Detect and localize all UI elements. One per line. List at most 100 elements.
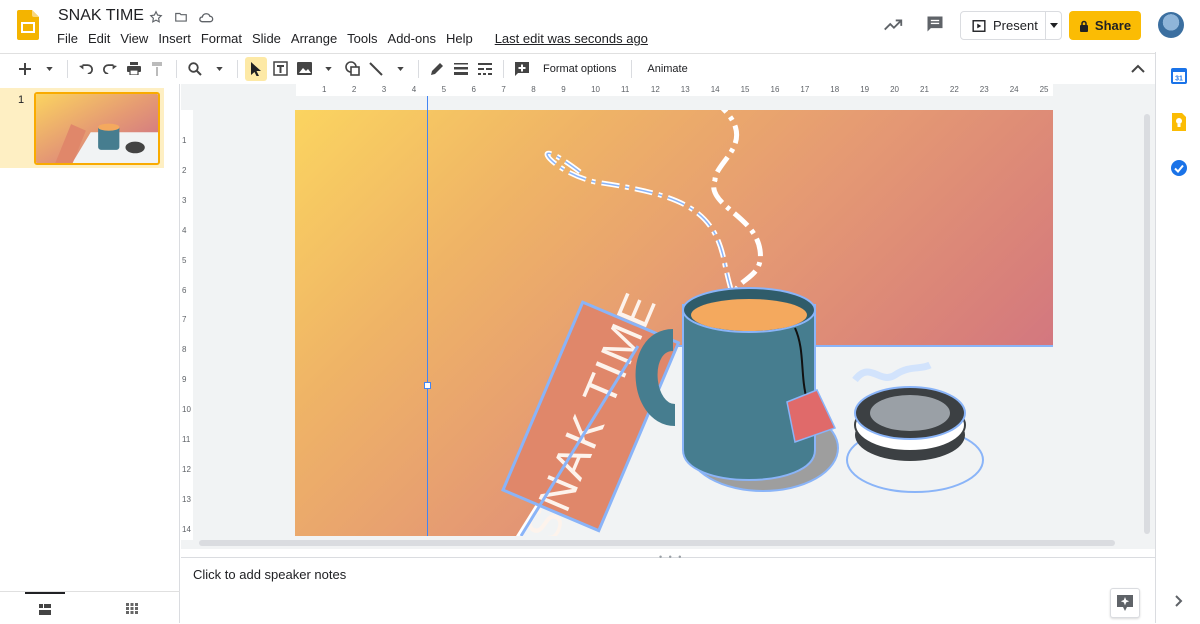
zoom-dropdown-icon[interactable]: [208, 57, 230, 81]
menu-bar: File Edit View Insert Format Slide Arran…: [52, 31, 653, 46]
ruler-label: 5: [441, 85, 447, 94]
horizontal-ruler[interactable]: 1 2 3 4 5 6 7 8 9 10 11 12 13 14 15 16 17 18 19 20 21 22 23 24 2…: [296, 84, 1053, 96]
border-dash-icon[interactable]: [474, 57, 496, 81]
slide-canvas-area: 1 2 3 4 5 6 7 8 9 10 11 12 13 14 15 16 17 18 19 20 21 22 23 24 2…: [181, 84, 1155, 549]
menu-arrange[interactable]: Arrange: [286, 31, 342, 46]
ruler-label: 9: [561, 85, 566, 94]
ruler-label: 3: [381, 85, 387, 94]
print-icon[interactable]: [123, 57, 145, 81]
format-options-button[interactable]: Format options: [535, 63, 624, 75]
document-title[interactable]: SNAK TIME: [58, 7, 144, 25]
ruler-label: 3: [182, 195, 187, 205]
line-icon[interactable]: [365, 57, 387, 81]
ruler-label: 1: [322, 85, 327, 94]
image-dropdown-icon[interactable]: [317, 57, 339, 81]
share-button[interactable]: Share: [1069, 11, 1141, 40]
text-box-icon[interactable]: [269, 57, 291, 81]
menu-file[interactable]: File: [52, 31, 83, 46]
ruler-label: 25: [1039, 85, 1049, 94]
ruler-label: 10: [182, 405, 191, 415]
lock-icon: [1079, 20, 1088, 32]
cloud-saved-icon[interactable]: [197, 8, 215, 26]
line-dropdown-icon[interactable]: [389, 57, 411, 81]
menu-format[interactable]: Format: [196, 31, 247, 46]
ruler-label: 16: [770, 85, 780, 94]
expand-side-panel-icon[interactable]: [1170, 592, 1188, 610]
view-toggles: [0, 591, 180, 623]
ruler-label: 10: [591, 85, 600, 94]
grid-view-icon[interactable]: [112, 592, 152, 624]
undo-icon[interactable]: [75, 57, 97, 81]
menu-insert[interactable]: Insert: [153, 31, 196, 46]
vertical-scrollbar[interactable]: [1144, 114, 1150, 534]
shape-icon[interactable]: [341, 57, 363, 81]
pen-icon[interactable]: [426, 57, 448, 81]
explore-icon: [1117, 595, 1133, 611]
notes-resize-handle[interactable]: • • •: [659, 552, 683, 562]
slides-logo-icon[interactable]: [17, 10, 39, 40]
svg-text:31: 31: [1175, 76, 1183, 83]
ruler-label: 11: [182, 435, 191, 444]
filmstrip-view-icon[interactable]: [25, 592, 65, 624]
zoom-icon[interactable]: [184, 57, 206, 81]
menu-slide[interactable]: Slide: [247, 31, 286, 46]
ruler-label: 17: [800, 85, 810, 94]
present-dropdown-icon[interactable]: [1045, 12, 1061, 39]
ruler-label: 24: [1009, 85, 1019, 94]
tea: [691, 299, 807, 331]
horizontal-scrollbar[interactable]: [199, 540, 1115, 546]
ruler-label: 13: [182, 494, 191, 504]
speaker-notes-panel[interactable]: • • • Click to add speaker notes: [181, 552, 1155, 623]
explore-button[interactable]: [1110, 588, 1140, 618]
new-slide-icon[interactable]: [14, 57, 36, 81]
border-weight-icon[interactable]: [450, 57, 472, 81]
slide-thumbnail[interactable]: [34, 92, 160, 165]
slide-number: 1: [18, 94, 25, 106]
ruler-label: 2: [351, 85, 357, 94]
menu-help[interactable]: Help: [441, 31, 478, 46]
activity-trend-icon[interactable]: [882, 14, 904, 41]
ruler-label: 22: [949, 85, 959, 94]
ruler-label: 12: [182, 464, 191, 474]
account-avatar[interactable]: [1158, 12, 1184, 38]
ruler-label: 6: [182, 285, 187, 295]
ruler-label: 5: [182, 255, 187, 265]
ruler-label: 14: [710, 85, 720, 94]
ruler-label: 14: [182, 524, 191, 534]
star-icon[interactable]: [147, 8, 165, 26]
ruler-label: 8: [531, 85, 536, 94]
image-icon[interactable]: [293, 57, 315, 81]
speaker-notes-placeholder[interactable]: Click to add speaker notes: [193, 567, 346, 582]
ruler-label: 19: [860, 85, 870, 94]
collapse-menus-icon[interactable]: [1131, 60, 1145, 78]
calendar-icon[interactable]: 31: [1170, 67, 1188, 85]
tasks-icon[interactable]: [1170, 159, 1188, 177]
toolbar: Format options Animate: [0, 53, 1155, 83]
ruler-label: 12: [650, 85, 660, 94]
menu-view[interactable]: View: [115, 31, 153, 46]
keep-icon[interactable]: [1170, 113, 1188, 131]
vertical-ruler[interactable]: 1 2 3 4 5 6 7 8 9 10 11 12 13 14: [181, 110, 193, 540]
menu-tools[interactable]: Tools: [342, 31, 382, 46]
menu-edit[interactable]: Edit: [83, 31, 115, 46]
present-button[interactable]: Present: [960, 11, 1062, 40]
new-slide-dropdown-icon[interactable]: [38, 57, 60, 81]
last-edit-link[interactable]: Last edit was seconds ago: [490, 31, 653, 46]
animate-button[interactable]: Animate: [639, 63, 695, 75]
select-icon[interactable]: [245, 56, 267, 81]
comments-icon[interactable]: [925, 14, 945, 39]
slide-canvas[interactable]: SNAK TIME: [295, 110, 1053, 536]
move-folder-icon[interactable]: [172, 8, 190, 26]
paint-format-icon[interactable]: [147, 57, 169, 81]
menu-addons[interactable]: Add-ons: [383, 31, 441, 46]
alignment-guide: [427, 96, 428, 536]
ruler-label: 9: [182, 375, 187, 385]
present-icon: [972, 20, 986, 32]
comment-add-icon[interactable]: [511, 57, 533, 81]
ruler-label: 7: [182, 315, 187, 325]
redo-icon[interactable]: [99, 57, 121, 81]
slide-artwork: SNAK TIME: [501, 110, 1053, 536]
slide-thumbnail-row[interactable]: 1: [0, 88, 164, 168]
selection-handle[interactable]: [424, 382, 431, 389]
ruler-label: 11: [621, 85, 630, 94]
